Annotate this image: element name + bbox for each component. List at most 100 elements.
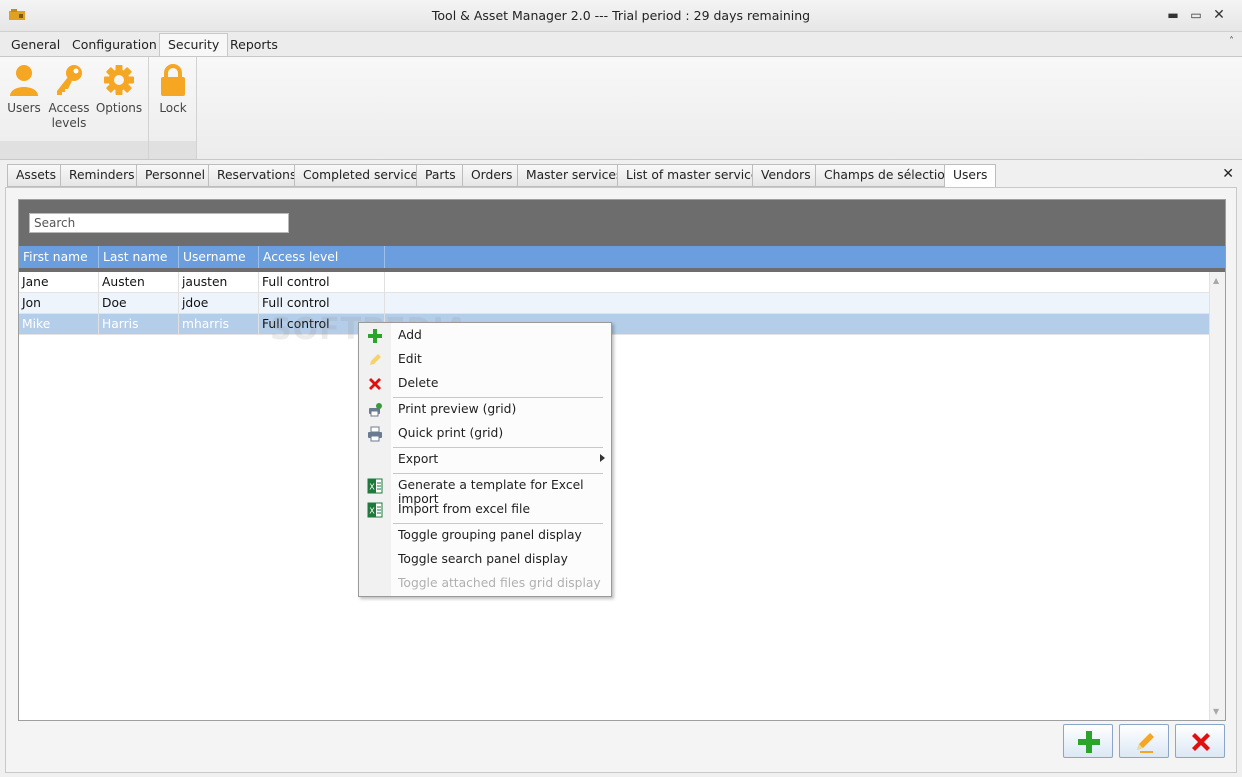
cell-first-name: Jane bbox=[19, 272, 99, 293]
add-button[interactable] bbox=[1063, 724, 1113, 758]
context-item-label: Toggle search panel display bbox=[398, 552, 568, 566]
tab-assets[interactable]: Assets bbox=[7, 164, 66, 187]
plus-icon bbox=[1078, 731, 1100, 753]
minimize-button[interactable]: ▬ bbox=[1161, 4, 1185, 26]
users-button[interactable]: Users bbox=[4, 63, 44, 116]
gear-icon bbox=[104, 65, 134, 95]
title-bar: Tool & Asset Manager 2.0 --- Trial perio… bbox=[0, 0, 1242, 32]
menu-tab-security[interactable]: Security bbox=[159, 33, 229, 57]
context-item-print-preview[interactable]: Print preview (grid) bbox=[359, 398, 611, 422]
vertical-scrollbar[interactable]: ▲ ▼ bbox=[1209, 272, 1225, 720]
users-panel: First name Last name Username Access lev… bbox=[5, 187, 1237, 773]
lock-icon bbox=[161, 64, 185, 96]
users-grid: First name Last name Username Access lev… bbox=[18, 199, 1226, 721]
menu-tab-reports[interactable]: Reports bbox=[222, 34, 286, 56]
context-item-toggle-attached-files-grid: Toggle attached files grid display bbox=[359, 572, 611, 596]
column-header-username[interactable]: Username bbox=[179, 246, 259, 268]
ribbon-group-footer bbox=[149, 141, 196, 159]
cell-first-name: Jon bbox=[19, 293, 99, 314]
tab-vendors[interactable]: Vendors bbox=[752, 164, 820, 187]
x-icon bbox=[369, 378, 381, 390]
tab-list-of-master-services[interactable]: List of master services bbox=[617, 164, 774, 187]
scroll-up-icon[interactable]: ▲ bbox=[1213, 276, 1219, 285]
access-levels-label-line2: levels bbox=[51, 116, 87, 130]
printer-icon bbox=[368, 426, 382, 442]
cell-first-name: Mike bbox=[19, 314, 99, 335]
context-item-label: Toggle attached files grid display bbox=[398, 576, 601, 590]
cell-last-name: Doe bbox=[99, 293, 179, 314]
grid-body: Jane Austen jausten Full control Jon Doe… bbox=[19, 272, 1209, 720]
key-icon bbox=[57, 65, 82, 95]
tab-master-services[interactable]: Master services bbox=[517, 164, 632, 187]
ribbon: Users Access levels Options Lock bbox=[0, 56, 1242, 160]
lock-label: Lock bbox=[159, 101, 187, 115]
tab-reservations[interactable]: Reservations bbox=[208, 164, 306, 187]
context-item-export[interactable]: Export bbox=[359, 448, 611, 472]
table-row[interactable]: Jane Austen jausten Full control bbox=[19, 272, 1209, 293]
context-item-label: Delete bbox=[398, 376, 439, 390]
context-item-label: Edit bbox=[398, 352, 422, 366]
scroll-down-icon[interactable]: ▼ bbox=[1213, 707, 1219, 716]
menu-tab-general[interactable]: General bbox=[3, 34, 68, 56]
plus-icon bbox=[368, 329, 382, 343]
ribbon-group-lock: Lock bbox=[149, 57, 197, 159]
lock-button[interactable]: Lock bbox=[153, 63, 193, 116]
column-header-access-level[interactable]: Access level bbox=[259, 246, 385, 268]
submenu-arrow-icon bbox=[600, 454, 605, 462]
column-header-last-name[interactable]: Last name bbox=[99, 246, 179, 268]
ribbon-group-footer bbox=[0, 141, 148, 159]
context-item-import-excel[interactable]: X Import from excel file bbox=[359, 498, 611, 522]
excel-icon: X bbox=[367, 502, 383, 518]
collapse-ribbon-icon[interactable]: ˄ bbox=[1229, 36, 1234, 47]
context-item-edit[interactable]: Edit bbox=[359, 348, 611, 372]
document-area: Assets Reminders Personnel Reservations … bbox=[0, 161, 1242, 777]
context-item-label: Export bbox=[398, 452, 439, 466]
options-button[interactable]: Options bbox=[95, 63, 143, 116]
cell-username: mharris bbox=[179, 314, 259, 335]
users-label: Users bbox=[7, 101, 41, 115]
context-item-delete[interactable]: Delete bbox=[359, 372, 611, 396]
maximize-button[interactable]: ▭ bbox=[1184, 4, 1208, 26]
context-item-label: Toggle grouping panel display bbox=[398, 528, 582, 542]
tab-personnel[interactable]: Personnel bbox=[136, 164, 215, 187]
context-item-label: Quick print (grid) bbox=[398, 426, 504, 440]
tab-reminders[interactable]: Reminders bbox=[60, 164, 144, 187]
context-item-add[interactable]: Add bbox=[359, 324, 611, 348]
search-input[interactable] bbox=[29, 213, 289, 233]
tab-users[interactable]: Users bbox=[944, 164, 997, 188]
tab-completed-services[interactable]: Completed services bbox=[294, 164, 434, 187]
column-header-first-name[interactable]: First name bbox=[19, 246, 99, 268]
tab-champs-de-selection[interactable]: Champs de sélection bbox=[815, 164, 962, 187]
context-item-quick-print[interactable]: Quick print (grid) bbox=[359, 422, 611, 446]
excel-icon: X bbox=[367, 478, 383, 494]
close-tab-icon[interactable]: ✕ bbox=[1222, 166, 1234, 182]
tab-orders[interactable]: Orders bbox=[462, 164, 522, 187]
svg-text:X: X bbox=[369, 507, 375, 516]
cell-username: jausten bbox=[179, 272, 259, 293]
cell-access-level: Full control bbox=[259, 272, 385, 293]
svg-text:X: X bbox=[369, 483, 375, 492]
cell-access-level: Full control bbox=[259, 293, 385, 314]
table-row-selected[interactable]: Mike Harris mharris Full control bbox=[19, 314, 1209, 335]
cell-last-name: Harris bbox=[99, 314, 179, 335]
tab-parts[interactable]: Parts bbox=[416, 164, 465, 187]
context-item-label: Print preview (grid) bbox=[398, 402, 517, 416]
table-row[interactable]: Jon Doe jdoe Full control bbox=[19, 293, 1209, 314]
context-item-toggle-search-panel[interactable]: Toggle search panel display bbox=[359, 548, 611, 572]
ribbon-group-security: Users Access levels Options bbox=[0, 57, 149, 159]
context-item-toggle-grouping-panel[interactable]: Toggle grouping panel display bbox=[359, 524, 611, 548]
access-levels-label-line1: Access bbox=[48, 101, 90, 115]
pencil-icon bbox=[370, 354, 381, 365]
delete-button[interactable] bbox=[1175, 724, 1225, 758]
menu-tab-configuration[interactable]: Configuration bbox=[64, 34, 165, 56]
context-item-label: Import from excel file bbox=[398, 502, 531, 516]
search-panel bbox=[19, 200, 1225, 246]
user-icon bbox=[10, 65, 38, 96]
window-title: Tool & Asset Manager 2.0 --- Trial perio… bbox=[431, 8, 811, 23]
pencil-icon bbox=[1137, 733, 1154, 753]
ribbon-tabs: General Configuration Security Reports bbox=[0, 32, 1242, 57]
access-levels-button[interactable]: Access levels bbox=[46, 63, 92, 131]
context-item-generate-excel-template[interactable]: X Generate a template for Excel import bbox=[359, 474, 611, 506]
close-window-button[interactable]: ✕ bbox=[1207, 4, 1231, 26]
edit-button[interactable] bbox=[1119, 724, 1169, 758]
